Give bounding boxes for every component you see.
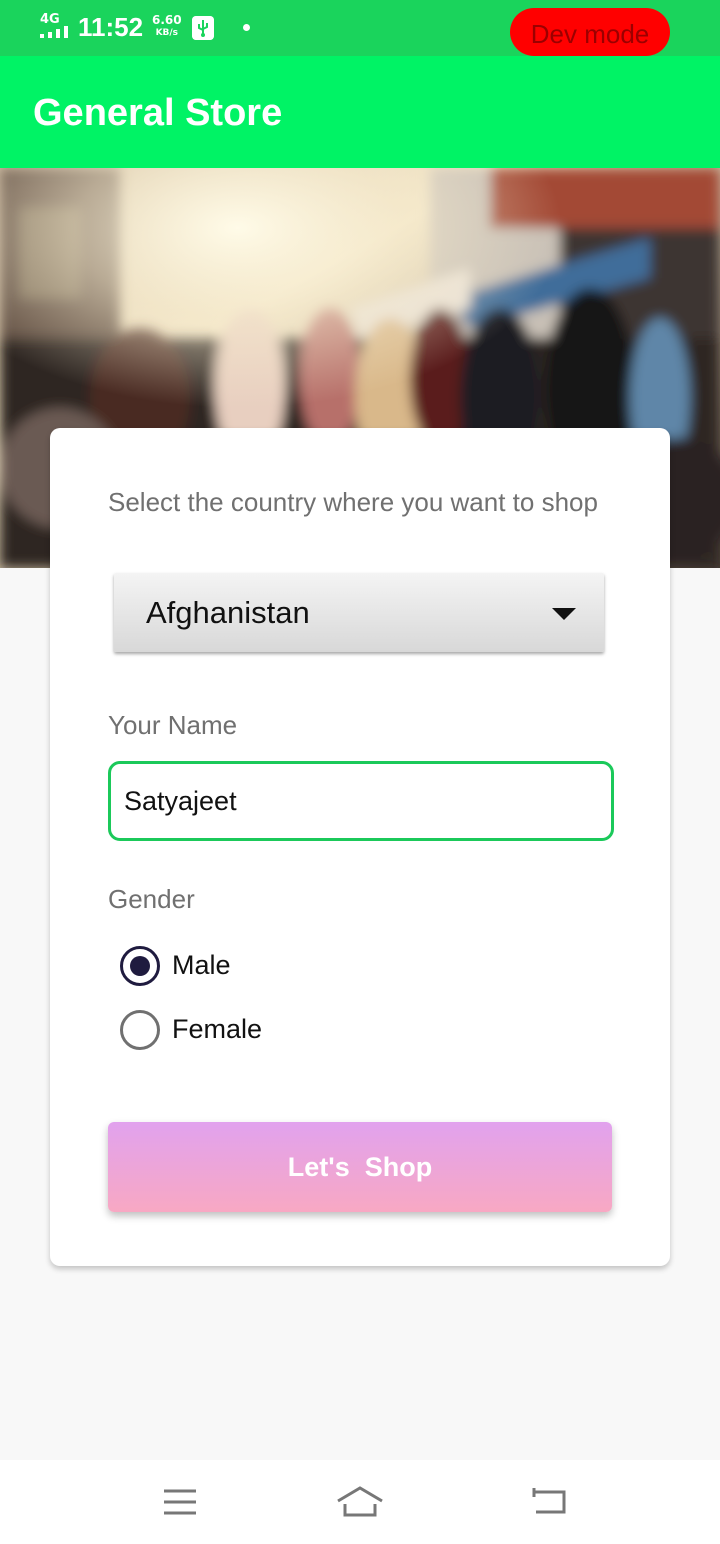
network-speed: 6.60 KB/s (152, 14, 182, 40)
status-time: 11:52 (78, 12, 144, 42)
name-input-value: Satyajeet (124, 786, 237, 816)
gender-label: Gender (108, 884, 195, 914)
app-title: General Store (33, 92, 283, 134)
country-selected-value: Afghanistan (146, 595, 310, 630)
lets-shop-button[interactable]: Let's Shop (108, 1122, 612, 1212)
network-speed-unit: KB/s (155, 28, 179, 38)
radio-dot (130, 956, 150, 976)
radio-unchecked-icon (120, 1010, 160, 1050)
usb-icon (192, 16, 214, 40)
dropdown-arrow-icon (552, 608, 576, 620)
radio-label-male: Male (172, 950, 231, 980)
notification-dot-icon (243, 24, 250, 31)
signal-icon (40, 26, 68, 38)
name-label: Your Name (108, 710, 238, 740)
network-speed-value: 6.60 (152, 13, 182, 27)
radio-checked-icon (120, 946, 160, 986)
shop-form-card: Select the country where you want to sho… (50, 428, 670, 1266)
status-bar: 4G 11:52 6.60 KB/s Dev mode (0, 0, 720, 56)
country-dropdown[interactable]: Afghanistan (114, 573, 604, 652)
country-label: Select the country where you want to sho… (108, 487, 598, 517)
app-bar: General Store (0, 56, 720, 168)
name-input[interactable]: Satyajeet (108, 761, 614, 841)
radio-label-female: Female (172, 1014, 263, 1044)
system-nav-bar (0, 1460, 720, 1544)
back-icon[interactable] (526, 1482, 570, 1522)
lets-shop-label: Let's Shop (287, 1152, 433, 1182)
menu-icon[interactable] (158, 1482, 202, 1522)
dev-mode-badge[interactable]: Dev mode (510, 8, 670, 56)
network-type: 4G (40, 12, 60, 27)
home-icon[interactable] (336, 1482, 384, 1522)
